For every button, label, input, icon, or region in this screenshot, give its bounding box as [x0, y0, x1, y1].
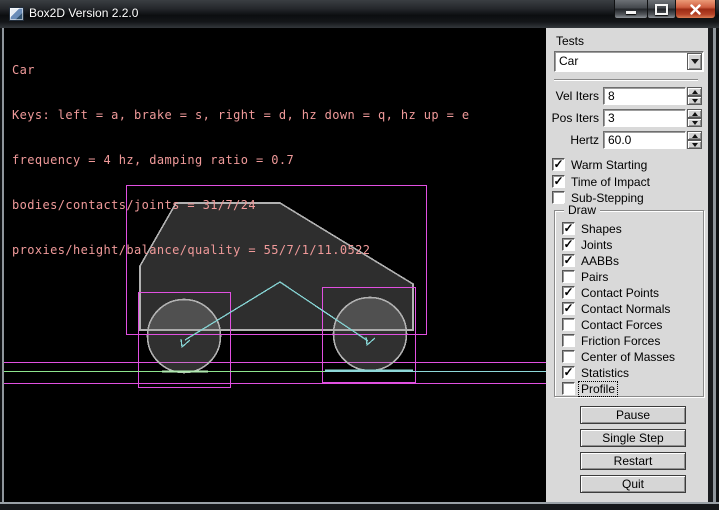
hertz-down-button[interactable]: [687, 140, 702, 149]
checkbox-center-of-masses[interactable]: Center of Masses: [562, 350, 675, 363]
bodies-stats-text: bodies/contacts/joints = 31/7/24: [12, 198, 469, 213]
window-border-right: [708, 28, 719, 502]
arrow-down-icon: [692, 143, 698, 147]
draw-group-label: Draw: [564, 203, 600, 217]
tests-label: Tests: [556, 34, 584, 48]
checkbox-box[interactable]: [562, 382, 575, 395]
window-title: Box2D Version 2.2.0: [29, 0, 138, 26]
arrow-up-icon: [692, 134, 698, 138]
checkbox-contact-normals[interactable]: ✓ Contact Normals: [562, 302, 670, 315]
minimize-icon: [626, 11, 636, 14]
checkbox-time-of-impact[interactable]: ✓ Time of Impact: [552, 175, 650, 188]
checkbox-contact-forces[interactable]: Contact Forces: [562, 318, 662, 331]
checkbox-aabbs[interactable]: ✓ AABBs: [562, 254, 619, 267]
checkbox-friction-forces[interactable]: Friction Forces: [562, 334, 660, 347]
test-title-text: Car: [12, 63, 469, 78]
hertz-label: Hertz: [546, 133, 599, 147]
tests-dropdown-arrow-button[interactable]: [687, 53, 702, 70]
checkbox-box[interactable]: [562, 334, 575, 347]
checkbox-pairs[interactable]: Pairs: [562, 270, 608, 283]
window-border-bottom: [0, 502, 719, 510]
minimize-button[interactable]: [614, 0, 648, 19]
simulation-canvas[interactable]: Car Keys: left = a, brake = s, right = d…: [4, 28, 546, 502]
checkbox-box[interactable]: [562, 350, 575, 363]
vel-iters-stepper: [687, 87, 702, 105]
close-icon: [690, 4, 701, 15]
vel-iters-input[interactable]: [603, 87, 686, 105]
checkbox-box[interactable]: [562, 270, 575, 283]
hertz-stepper: [687, 131, 702, 149]
checkbox-box[interactable]: ✓: [562, 302, 575, 315]
proxies-stats-text: proxies/height/balance/quality = 55/7/1/…: [12, 243, 469, 258]
checkbox-shapes[interactable]: ✓ Shapes: [562, 222, 622, 235]
quit-button[interactable]: Quit: [580, 475, 686, 493]
checkbox-box[interactable]: ✓: [552, 158, 565, 171]
maximize-icon: [655, 4, 668, 15]
checkbox-box[interactable]: ✓: [552, 175, 565, 188]
box2d-testbed-window: Box2D Version 2.2.0: [0, 0, 719, 510]
checkbox-statistics[interactable]: ✓ Statistics: [562, 366, 629, 379]
arrow-down-icon: [692, 121, 698, 125]
checkbox-warm-starting[interactable]: ✓ Warm Starting: [552, 158, 647, 171]
arrow-up-icon: [692, 90, 698, 94]
app-icon[interactable]: [9, 7, 24, 21]
checkbox-box[interactable]: ✓: [562, 366, 575, 379]
close-button[interactable]: [675, 0, 716, 19]
checkbox-contact-points[interactable]: ✓ Contact Points: [562, 286, 659, 299]
vel-iters-label: Vel Iters: [546, 89, 599, 103]
separator: [554, 79, 698, 81]
vel-iters-down-button[interactable]: [687, 96, 702, 105]
chevron-down-icon: [691, 59, 699, 64]
pos-iters-up-button[interactable]: [687, 109, 702, 118]
pos-iters-stepper: [687, 109, 702, 127]
hertz-up-button[interactable]: [687, 131, 702, 140]
single-step-button[interactable]: Single Step: [580, 429, 686, 447]
tests-dropdown[interactable]: Car: [554, 51, 704, 72]
left-wheel-shape: [148, 300, 221, 373]
vel-iters-up-button[interactable]: [687, 87, 702, 96]
bridge-plank-shape: [325, 370, 413, 373]
pos-iters-input[interactable]: [603, 109, 686, 127]
tests-dropdown-value: Car: [559, 54, 578, 68]
window-border-left: [0, 28, 4, 502]
pos-iters-label: Pos Iters: [546, 111, 599, 125]
arrow-down-icon: [692, 99, 698, 103]
checkbox-profile[interactable]: Profile: [562, 382, 617, 395]
restart-button[interactable]: Restart: [580, 452, 686, 470]
arrow-up-icon: [692, 112, 698, 116]
checkbox-box[interactable]: ✓: [562, 238, 575, 251]
hertz-input[interactable]: [603, 131, 686, 149]
titlebar[interactable]: Box2D Version 2.2.0: [0, 0, 719, 29]
checkbox-box[interactable]: ✓: [562, 254, 575, 267]
keys-help-text: Keys: left = a, brake = s, right = d, hz…: [12, 108, 469, 123]
maximize-button[interactable]: [647, 0, 676, 19]
checkbox-joints[interactable]: ✓ Joints: [562, 238, 612, 251]
checkbox-box[interactable]: ✓: [562, 286, 575, 299]
frequency-text: frequency = 4 hz, damping ratio = 0.7: [12, 153, 469, 168]
pause-button[interactable]: Pause: [580, 406, 686, 424]
checkbox-box[interactable]: ✓: [562, 222, 575, 235]
control-panel: Tests Car Vel Iters Pos Iters: [546, 28, 708, 502]
checkbox-box[interactable]: [562, 318, 575, 331]
pos-iters-down-button[interactable]: [687, 118, 702, 127]
